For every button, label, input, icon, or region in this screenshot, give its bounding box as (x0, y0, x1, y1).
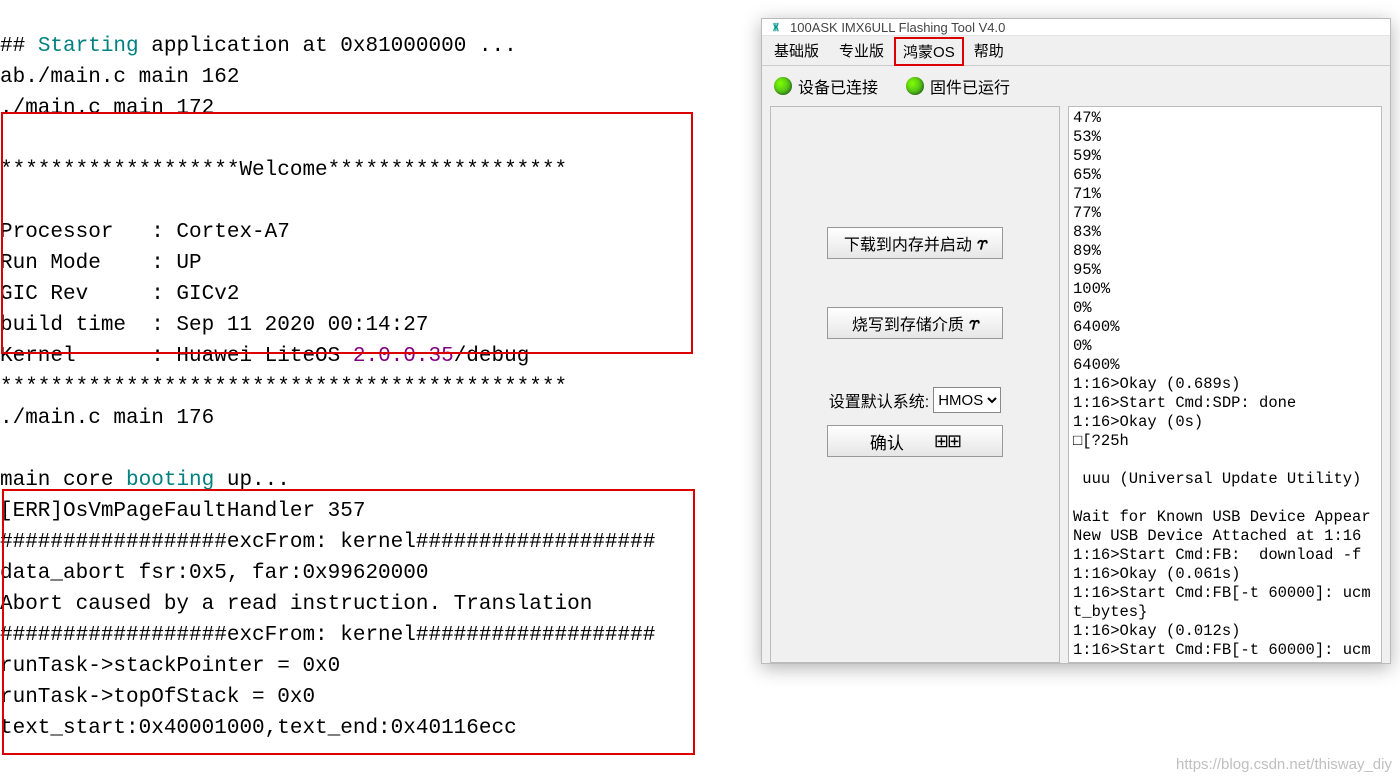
controls-panel: 下载到内存并启动 ⥾ 烧写到存储介质 ⥾ 设置默认系统: HMOS 确认 ⊞⊞ (770, 106, 1060, 663)
terminal-l9: GIC Rev : GICv2 (0, 283, 239, 306)
download-button-label: 下载到内存并启动 (844, 231, 972, 255)
terminal-l3: ./main.c main 172 (0, 97, 214, 120)
terminal-l5: *******************Welcome**************… (0, 159, 567, 182)
burn-button-label: 烧写到存储介质 (852, 311, 964, 335)
tab-pro[interactable]: 专业版 (829, 35, 894, 66)
terminal-l15-pre: main core (0, 469, 126, 492)
confirm-button[interactable]: 确认 ⊞⊞ (827, 425, 1003, 457)
led-firmware-icon (906, 77, 924, 95)
main-area: 下载到内存并启动 ⥾ 烧写到存储介质 ⥾ 设置默认系统: HMOS 确认 ⊞⊞ (762, 106, 1390, 671)
window-title: 100ASK IMX6ULL Flashing Tool V4.0 (790, 20, 1005, 35)
confirm-button-label: 确认 (870, 429, 904, 454)
log-panel[interactable]: 47% 53% 59% 65% 71% 77% 83% 89% 95% 100%… (1068, 106, 1382, 663)
lightning-icon: ⥾ (968, 313, 978, 334)
led-device-icon (774, 77, 792, 95)
flashing-tool-window: 🝏 100ASK IMX6ULL Flashing Tool V4.0 基础版 … (761, 18, 1391, 664)
status-device: 设备已连接 (774, 74, 878, 98)
terminal-l11-post: /debug (454, 345, 530, 368)
terminal-l16: [ERR]OsVmPageFaultHandler 357 (0, 500, 365, 523)
status-row: 设备已连接 固件已运行 (762, 66, 1390, 106)
terminal-l15-post: up... (214, 469, 290, 492)
terminal-l22: runTask->topOfStack = 0x0 (0, 686, 315, 709)
tab-basic[interactable]: 基础版 (764, 35, 829, 66)
default-system-select[interactable]: HMOS (933, 387, 1001, 413)
tab-harmonyos[interactable]: 鸿蒙OS (894, 37, 964, 66)
watermark: https://blog.csdn.net/thisway_diy (1176, 756, 1392, 773)
terminal-l7: Processor : Cortex-A7 (0, 221, 290, 244)
terminal-l11-pre: Kernel : Huawei LiteOS (0, 345, 353, 368)
terminal-l18: data_abort fsr:0x5, far:0x99620000 (0, 562, 428, 585)
tab-bar: 基础版 专业版 鸿蒙OS 帮助 (762, 36, 1390, 66)
status-firmware-label: 固件已运行 (930, 74, 1010, 98)
tab-help[interactable]: 帮助 (964, 35, 1014, 66)
terminal-l1-pre: ## (0, 35, 38, 58)
terminal-l1-highlight: Starting (38, 35, 139, 58)
download-and-boot-button[interactable]: 下载到内存并启动 ⥾ (827, 227, 1003, 259)
terminal-l12: ****************************************… (0, 376, 567, 399)
terminal-l10: build time : Sep 11 2020 00:14:27 (0, 314, 428, 337)
terminal-l13: ./main.c main 176 (0, 407, 214, 430)
terminal-l2: ab./main.c main 162 (0, 66, 239, 89)
terminal-l19: Abort caused by a read instruction. Tran… (0, 593, 605, 616)
lightning-icon: ⥾ (976, 233, 986, 254)
terminal-l8: Run Mode : UP (0, 252, 202, 275)
status-firmware: 固件已运行 (906, 74, 1010, 98)
terminal-l17: ##################excFrom: kernel#######… (0, 531, 655, 554)
status-device-label: 设备已连接 (798, 74, 878, 98)
terminal-l23: text_start:0x40001000,text_end:0x40116ec… (0, 717, 517, 740)
default-system-row: 设置默认系统: HMOS (829, 387, 1001, 413)
terminal-l1-post: application at 0x81000000 ... (139, 35, 517, 58)
default-system-label: 设置默认系统: (829, 388, 929, 412)
grid-icon: ⊞⊞ (934, 431, 960, 452)
terminal-l21: runTask->stackPointer = 0x0 (0, 655, 340, 678)
window-titlebar[interactable]: 🝏 100ASK IMX6ULL Flashing Tool V4.0 (762, 19, 1390, 36)
terminal-l15-highlight: booting (126, 469, 214, 492)
terminal-l11-highlight: 2.0.0.35 (353, 345, 454, 368)
burn-to-storage-button[interactable]: 烧写到存储介质 ⥾ (827, 307, 1003, 339)
terminal-output: ## Starting application at 0x81000000 ..… (0, 0, 755, 779)
app-icon: 🝏 (768, 19, 784, 35)
terminal-l20: ##################excFrom: kernel#######… (0, 624, 655, 647)
